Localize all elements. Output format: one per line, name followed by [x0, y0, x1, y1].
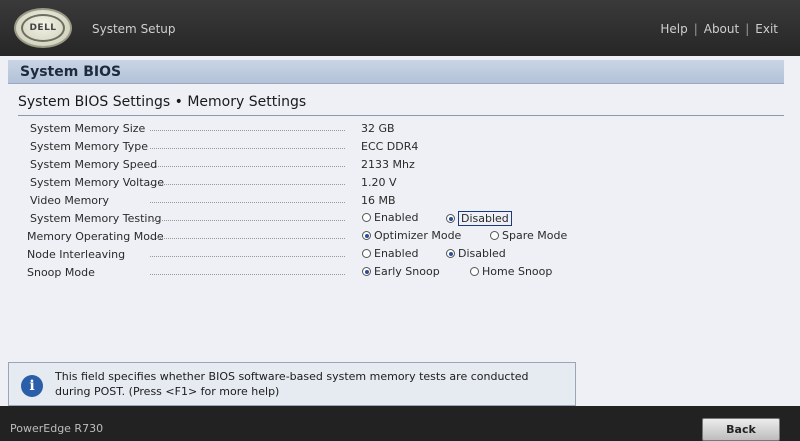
- setting-value: 1.20 V: [361, 176, 397, 189]
- option-label: Spare Mode: [502, 229, 568, 242]
- option-label: Enabled: [374, 211, 419, 224]
- setting-row-memory-testing: System Memory Testing Enabled Disabled: [0, 210, 790, 228]
- help-box: i This field specifies whether BIOS soft…: [8, 362, 576, 406]
- setting-label: System Memory Size: [30, 122, 146, 135]
- radio-home-snoop[interactable]: Home Snoop: [470, 265, 552, 278]
- setting-row-memory-speed: System Memory Speed 2133 Mhz: [0, 156, 790, 174]
- setting-row-video-memory: Video Memory 16 MB: [0, 192, 790, 210]
- radio-unselected-icon[interactable]: [490, 231, 499, 240]
- radio-memory-testing-disabled[interactable]: Disabled: [446, 211, 512, 226]
- setting-label: Memory Operating Mode: [27, 230, 164, 243]
- exit-link[interactable]: Exit: [755, 22, 778, 36]
- help-link[interactable]: Help: [660, 22, 687, 36]
- radio-selected-icon[interactable]: [446, 249, 455, 258]
- model-name: PowerEdge R730: [10, 422, 104, 435]
- section-bar: System BIOS: [8, 60, 784, 84]
- dell-logo: DELL: [14, 8, 72, 48]
- leader-dots: [150, 184, 345, 185]
- option-label: Early Snoop: [374, 265, 440, 278]
- link-separator: |: [693, 22, 698, 36]
- option-label-focused: Disabled: [458, 211, 512, 226]
- about-link[interactable]: About: [704, 22, 739, 36]
- back-button[interactable]: Back: [702, 418, 780, 441]
- title-divider: [18, 115, 784, 116]
- radio-node-interleaving-enabled[interactable]: Enabled: [362, 247, 418, 260]
- radio-selected-icon[interactable]: [362, 231, 371, 240]
- radio-selected-icon[interactable]: [362, 267, 371, 276]
- option-label: Home Snoop: [482, 265, 553, 278]
- radio-spare-mode[interactable]: Spare Mode: [490, 229, 567, 242]
- leader-dots: [150, 148, 345, 149]
- setting-label: System Memory Voltage: [30, 176, 165, 189]
- footer-bar: PowerEdge R730 Back: [0, 406, 800, 441]
- setting-value: 32 GB: [361, 122, 395, 135]
- setting-row-memory-type: System Memory Type ECC DDR4: [0, 138, 790, 156]
- radio-unselected-icon[interactable]: [362, 213, 371, 222]
- top-links: Help | About | Exit: [660, 22, 778, 36]
- section-title: System BIOS: [20, 64, 122, 80]
- radio-unselected-icon[interactable]: [362, 249, 371, 258]
- page-title: System BIOS Settings • Memory Settings: [18, 94, 307, 110]
- option-label: Disabled: [458, 247, 506, 260]
- radio-early-snoop[interactable]: Early Snoop: [362, 265, 440, 278]
- radio-unselected-icon[interactable]: [470, 267, 479, 276]
- setting-label: System Memory Testing: [30, 212, 162, 225]
- setting-value: 16 MB: [361, 194, 396, 207]
- help-text: This field specifies whether BIOS softwa…: [55, 370, 529, 398]
- link-separator: |: [745, 22, 750, 36]
- setting-value: ECC DDR4: [361, 140, 419, 153]
- setting-row-operating-mode: Memory Operating Mode Optimizer Mode Spa…: [0, 228, 790, 246]
- setting-label: Node Interleaving: [27, 248, 126, 261]
- leader-dots: [150, 256, 345, 257]
- radio-node-interleaving-disabled[interactable]: Disabled: [446, 247, 506, 260]
- leader-dots: [150, 202, 345, 203]
- app-title: System Setup: [92, 22, 176, 36]
- setting-label: Snoop Mode: [27, 266, 95, 279]
- option-label: Optimizer Mode: [374, 229, 462, 242]
- logo-text: DELL: [21, 14, 65, 42]
- leader-dots: [150, 130, 345, 131]
- setting-row-node-interleaving: Node Interleaving Enabled Disabled: [0, 246, 790, 264]
- leader-dots: [150, 220, 345, 221]
- option-label: Enabled: [374, 247, 419, 260]
- setting-label: Video Memory: [30, 194, 110, 207]
- radio-memory-testing-enabled[interactable]: Enabled: [362, 211, 418, 224]
- setting-label: System Memory Type: [30, 140, 149, 153]
- leader-dots: [150, 274, 345, 275]
- info-icon: i: [21, 375, 43, 397]
- setting-row-memory-size: System Memory Size 32 GB: [0, 120, 790, 138]
- leader-dots: [150, 166, 345, 167]
- setting-value: 2133 Mhz: [361, 158, 415, 171]
- setting-row-snoop-mode: Snoop Mode Early Snoop Home Snoop: [0, 264, 790, 282]
- radio-optimizer-mode[interactable]: Optimizer Mode: [362, 229, 461, 242]
- leader-dots: [150, 238, 345, 239]
- setting-row-memory-voltage: System Memory Voltage 1.20 V: [0, 174, 790, 192]
- main-panel: System BIOS System BIOS Settings • Memor…: [0, 56, 800, 406]
- radio-selected-icon[interactable]: [446, 214, 455, 223]
- top-bar: DELL System Setup Help | About | Exit: [0, 0, 800, 56]
- setting-label: System Memory Speed: [30, 158, 158, 171]
